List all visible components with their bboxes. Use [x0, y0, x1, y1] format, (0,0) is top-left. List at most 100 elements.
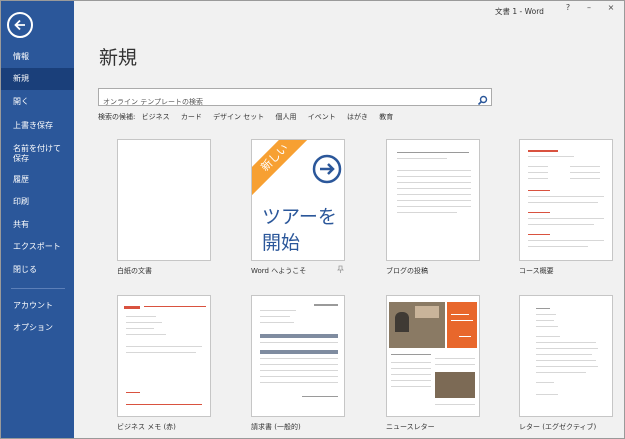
newsletter-panel-line: [451, 314, 469, 315]
newsletter-heading-line: [391, 354, 431, 355]
suggested-link-business[interactable]: ビジネス: [142, 113, 170, 121]
newsletter-panel-line: [459, 336, 471, 337]
invoice-line: [260, 316, 290, 317]
close-icon: ×: [607, 3, 615, 12]
invoice-line: [260, 322, 294, 323]
memo-line: [126, 352, 196, 353]
minimize-icon: –: [587, 3, 591, 12]
memo-red-rule: [126, 392, 140, 393]
letter-line: [536, 354, 592, 355]
course-title-line: [528, 150, 558, 152]
sidebar-item-info[interactable]: 情報: [1, 52, 74, 62]
sidebar-item-share[interactable]: 共有: [1, 220, 74, 230]
newsletter-line: [391, 374, 431, 375]
back-button[interactable]: [7, 12, 33, 38]
suggested-label: 検索の候補:: [98, 113, 136, 121]
help-icon: ?: [565, 3, 571, 12]
template-label-invoice: 請求書 (一般的): [251, 423, 301, 431]
sidebar-item-options[interactable]: オプション: [1, 323, 74, 333]
course-line: [570, 178, 600, 179]
template-label-memo: ビジネス メモ (赤): [117, 423, 176, 431]
course-line: [570, 172, 600, 173]
letter-line: [536, 314, 556, 315]
search-button[interactable]: [477, 91, 488, 110]
newsletter-line: [391, 362, 431, 363]
letter-line: [536, 336, 560, 337]
template-search-box: [98, 88, 492, 110]
template-label-letter: レター (エグゼクティブ): [519, 423, 597, 431]
magnifier-icon: [477, 95, 488, 106]
template-invoice-general[interactable]: [251, 295, 345, 417]
help-button[interactable]: ?: [558, 3, 578, 17]
template-letter-executive[interactable]: [519, 295, 613, 417]
memo-line: [126, 322, 162, 323]
invoice-line: [260, 310, 296, 311]
sidebar-item-save-as[interactable]: 名前を付けて 保存: [1, 144, 74, 164]
sidebar-item-open[interactable]: 開く: [1, 97, 74, 107]
sidebar-item-save-as-line1: 名前を付けて: [13, 144, 61, 153]
letter-line: [536, 394, 558, 395]
new-ribbon-badge: 新しい: [252, 140, 314, 197]
sidebar-item-account[interactable]: アカウント: [1, 301, 74, 311]
invoice-line: [260, 382, 338, 383]
newsletter-panel-line: [451, 320, 473, 321]
sidebar-item-export[interactable]: エクスポート: [1, 242, 74, 252]
template-blank-document[interactable]: [117, 139, 211, 261]
template-blog-post[interactable]: [386, 139, 480, 261]
course-heading-line: [528, 190, 550, 191]
template-newsletter[interactable]: [386, 295, 480, 417]
course-line: [570, 166, 600, 167]
memo-line: [126, 328, 154, 329]
sidebar-item-history[interactable]: 履歴: [1, 175, 74, 185]
memo-line: [126, 316, 156, 317]
sidebar-item-new[interactable]: 新規: [1, 68, 74, 90]
suggested-searches: 検索の候補: ビジネス カード デザイン セット 個人用 イベント はがき 教育: [98, 112, 402, 122]
template-course-overview[interactable]: [519, 139, 613, 261]
suggested-link-personal[interactable]: 個人用: [276, 113, 297, 121]
letter-line: [536, 342, 596, 343]
invoice-line: [260, 370, 338, 371]
blog-body-line: [397, 206, 471, 207]
back-arrow-icon: [14, 19, 25, 31]
memo-red-rule: [144, 306, 206, 307]
letter-line: [536, 366, 598, 367]
newsletter-line: [435, 364, 475, 365]
letter-line: [536, 348, 598, 349]
blog-body-line: [397, 176, 471, 177]
letter-line: [536, 372, 586, 373]
course-line: [528, 202, 598, 203]
sidebar-item-save[interactable]: 上書き保存: [1, 121, 74, 131]
memo-line: [126, 334, 166, 335]
suggested-link-design-sets[interactable]: デザイン セット: [213, 113, 264, 121]
minimize-button[interactable]: –: [579, 3, 599, 17]
suggested-link-postcards[interactable]: はがき: [347, 113, 368, 121]
newsletter-line: [435, 404, 475, 405]
sidebar-item-print[interactable]: 印刷: [1, 197, 74, 207]
pin-button[interactable]: [337, 265, 344, 275]
suggested-link-cards[interactable]: カード: [181, 113, 202, 121]
suggested-link-events[interactable]: イベント: [308, 113, 336, 121]
newsletter-line: [391, 368, 431, 369]
course-line: [528, 156, 574, 157]
invoice-line: [260, 376, 338, 377]
memo-line: [126, 346, 202, 347]
template-label-blog: ブログの投稿: [386, 267, 428, 275]
template-business-memo-red[interactable]: [117, 295, 211, 417]
word-backstage-window: 情報 新規 開く 上書き保存 名前を付けて 保存 履歴 印刷 共有 エクスポート…: [0, 0, 625, 439]
letter-line: [536, 360, 596, 361]
sidebar-item-save-as-line2: 保存: [13, 154, 29, 163]
sidebar-item-close[interactable]: 閉じる: [1, 265, 74, 275]
newsletter-photo-building: [415, 306, 439, 318]
template-welcome-to-word[interactable]: 新しい ツアーを 開始: [251, 139, 345, 261]
suggested-link-education[interactable]: 教育: [379, 113, 393, 121]
course-line: [528, 196, 604, 197]
course-line: [528, 178, 548, 179]
sidebar-divider: [11, 288, 65, 289]
template-search-input[interactable]: [99, 94, 463, 110]
invoice-total-line: [302, 396, 338, 397]
course-line: [528, 172, 548, 173]
close-window-button[interactable]: ×: [601, 3, 621, 17]
blog-body-line: [397, 212, 457, 213]
course-line: [528, 224, 594, 225]
newsletter-line: [391, 380, 431, 381]
